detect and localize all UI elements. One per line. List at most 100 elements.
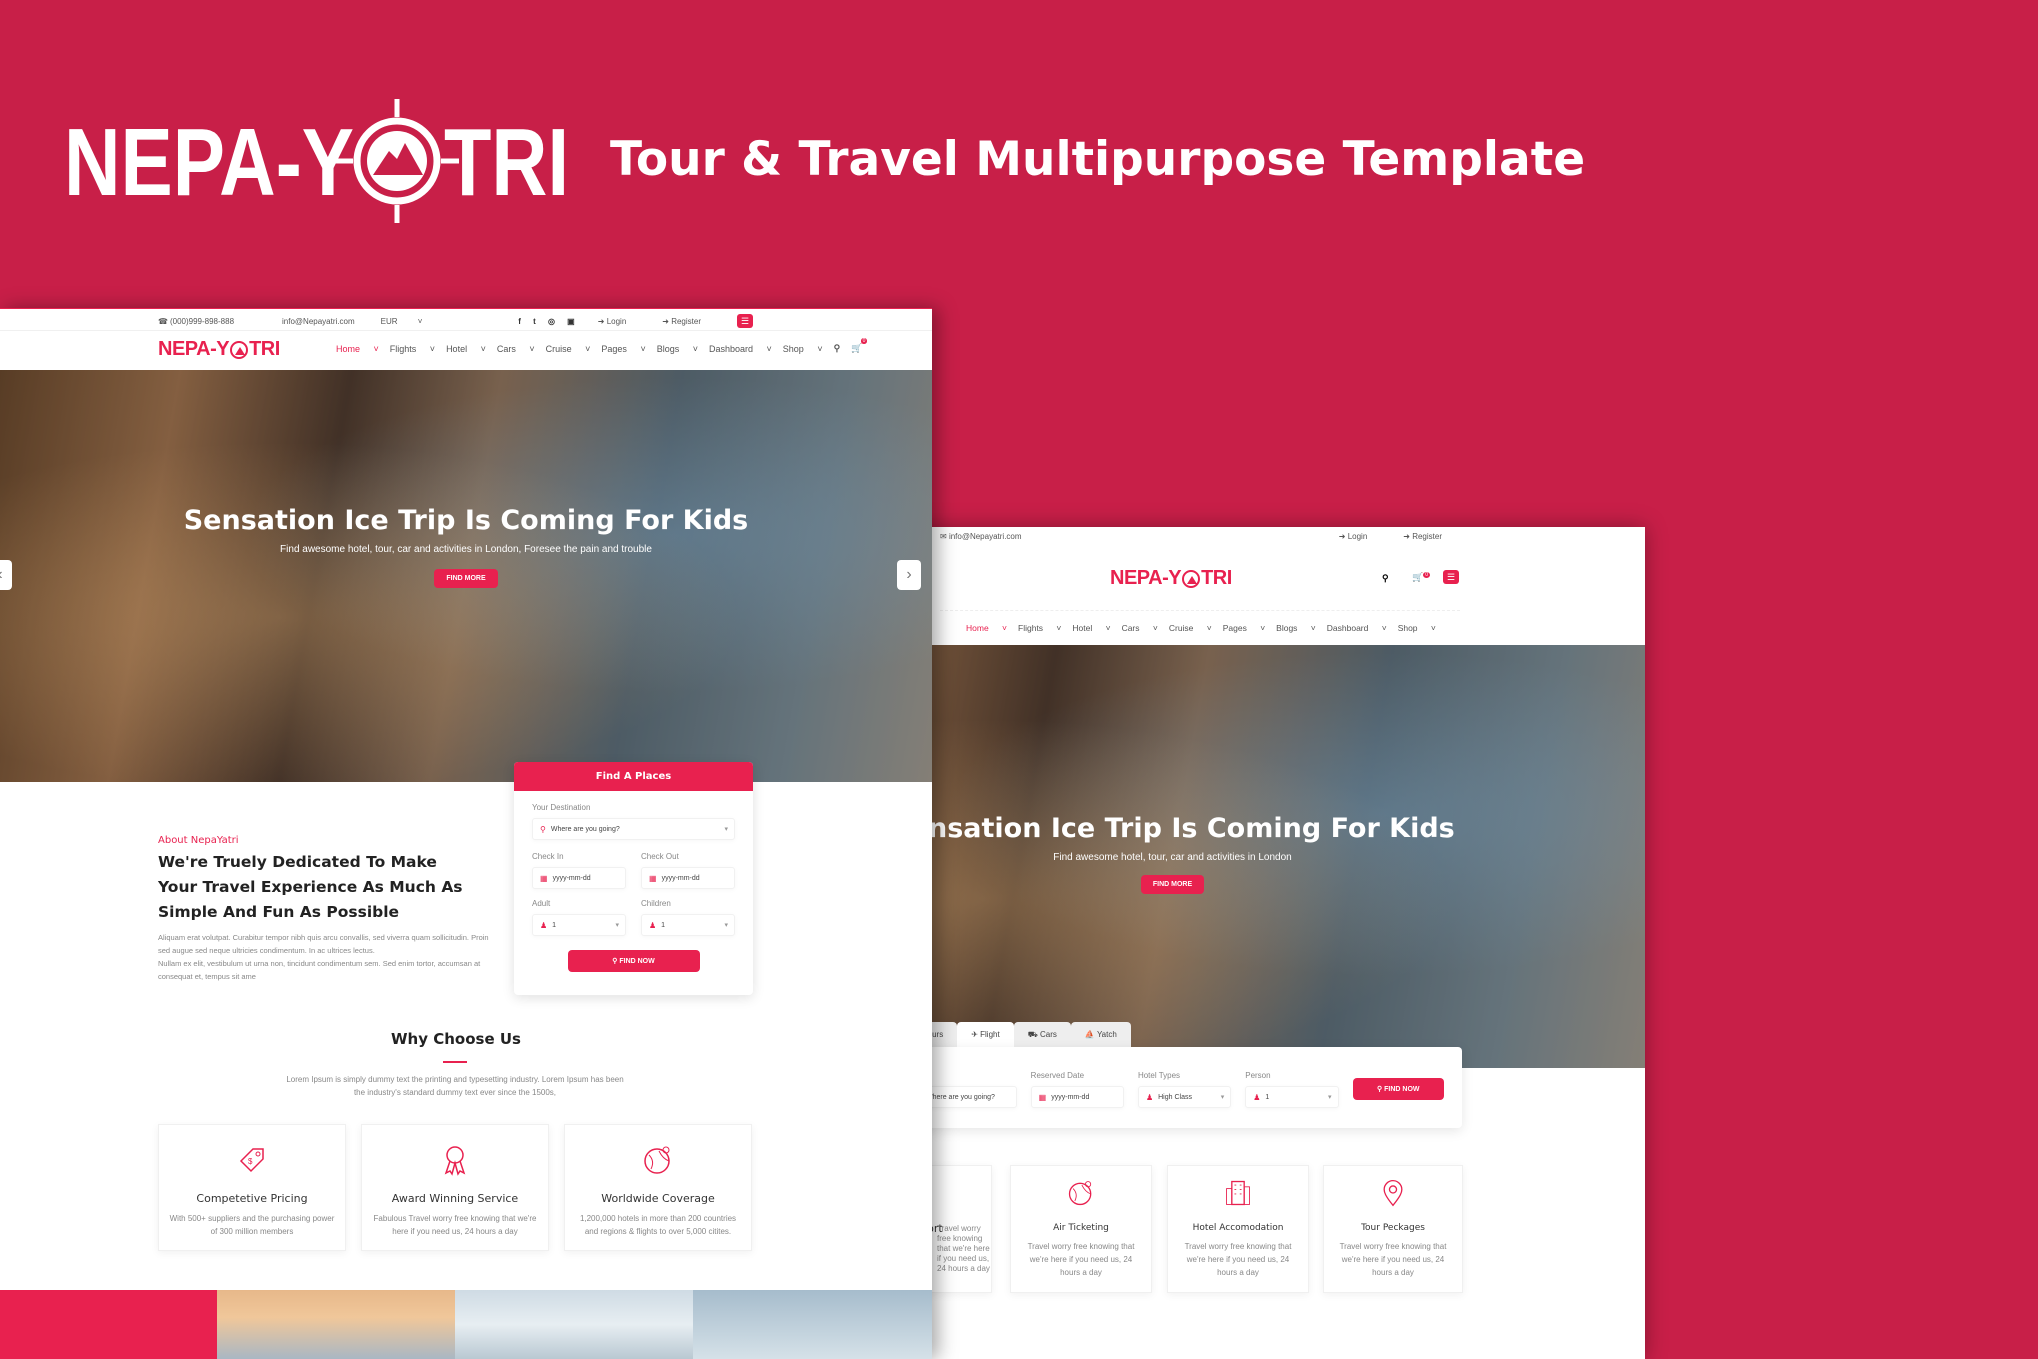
card-title: Worldwide Coverage xyxy=(601,1192,715,1205)
card-title: Air Ticketing xyxy=(1053,1223,1109,1233)
hero-title: Sensation Ice Trip Is Coming For Kids xyxy=(183,505,749,536)
search-panel: Where are you going? Reserved Date ▦ yyyy-… xyxy=(900,1047,1462,1128)
nav-shop[interactable]: Shop ˅ xyxy=(1398,623,1436,633)
feature-card: Worldwide Coverage 1,200,000 hotels in m… xyxy=(564,1124,752,1251)
find-more-button[interactable]: FIND MORE xyxy=(434,569,498,588)
register-link[interactable]: ➜ Register xyxy=(662,317,719,326)
reserved-date-input[interactable]: ▦ yyyy-mm-dd xyxy=(1030,1086,1124,1108)
children-select[interactable]: ♟ 1 ▾ xyxy=(641,914,735,936)
user-icon: ♟ xyxy=(540,920,548,930)
find-now-button[interactable]: ⚲ FIND NOW xyxy=(1352,1078,1444,1100)
destination-image xyxy=(455,1290,693,1359)
homepage-preview-1: ☎ (000)999-898-888 info@Nepayatri.com EUR… xyxy=(0,308,932,1359)
register-link[interactable]: ➜ Register xyxy=(1403,532,1460,541)
email-text[interactable]: info@Nepayatri.com xyxy=(282,317,355,326)
find-more-button[interactable]: FIND MORE xyxy=(1140,875,1205,894)
card-text: With 500+ suppliers and the purchasing p… xyxy=(169,1214,335,1236)
user-icon: ♟ xyxy=(1145,1092,1154,1102)
search-icon: ⚲ xyxy=(1377,1086,1383,1093)
main-nav: Home ˅ Flights ˅ Hotel ˅ Cars ˅ Cruise ˅… xyxy=(336,338,873,354)
nav-cars[interactable]: Cars ˅ xyxy=(1122,623,1158,633)
form-title: Find A Places xyxy=(514,762,753,791)
top-bar: ☎ (000)999-898-888 info@Nepayatri.com EUR… xyxy=(158,312,753,330)
nav-flights[interactable]: Flights ˅ xyxy=(1018,623,1061,633)
card-title: Competetive Pricing xyxy=(196,1192,308,1205)
cart-count: 0 xyxy=(860,338,868,344)
compass-logo-icon xyxy=(1182,569,1201,588)
children-label: Children xyxy=(641,899,671,908)
menu-icon[interactable]: ☰ xyxy=(1443,570,1459,584)
find-places-form: Find A Places Your Destination ⚲ Where ar… xyxy=(514,762,753,995)
user-icon: ♟ xyxy=(1253,1092,1261,1102)
chevron-down-icon: ▾ xyxy=(1328,1094,1332,1101)
site-logo[interactable]: NEPA-Y TRI xyxy=(1110,567,1232,590)
social-icons[interactable]: f t ◎ ▣ xyxy=(518,317,580,326)
person-select[interactable]: ♟ 1 ▾ xyxy=(1245,1086,1339,1108)
service-card: Tour Peckages Travel worry free knowing t… xyxy=(1323,1165,1463,1293)
location-pin-icon: ⚲ xyxy=(540,824,546,834)
chevron-down-icon: ▾ xyxy=(615,922,619,929)
nav-cars[interactable]: Cars ˅ xyxy=(497,344,535,354)
nav-cruise[interactable]: Cruise ˅ xyxy=(546,344,591,354)
nav-blogs[interactable]: Blogs ˅ xyxy=(657,344,698,354)
checkin-input[interactable]: ▦ yyyy-mm-dd xyxy=(532,867,626,889)
tab-flight[interactable]: ✈ Flight xyxy=(957,1022,1014,1048)
nav-pages[interactable]: Pages ˅ xyxy=(1223,623,1265,633)
currency-select[interactable]: EUR ˅ xyxy=(381,317,423,326)
nav-shop[interactable]: Shop ˅ xyxy=(783,344,823,354)
nav-hotel[interactable]: Hotel ˅ xyxy=(446,344,486,354)
search-tabs: ▤ Tours ✈ Flight ⛟ Cars ⛵ Yatch xyxy=(900,1022,1131,1048)
hero-slider: Sensation Ice Trip Is Coming For Kids Fi… xyxy=(0,370,932,782)
nav-home[interactable]: Home ˅ xyxy=(966,623,1007,633)
nav-pages[interactable]: Pages ˅ xyxy=(601,344,645,354)
person-label: Person xyxy=(1245,1071,1271,1080)
destination-label: Your Destination xyxy=(532,803,591,812)
tab-yatch[interactable]: ⛵ Yatch xyxy=(1070,1022,1131,1048)
slider-next-arrow[interactable]: › xyxy=(897,560,921,590)
calendar-icon: ▦ xyxy=(1038,1092,1047,1102)
main-nav: Home ˅ Flights ˅ Hotel ˅ Cars ˅ Cruise ˅… xyxy=(966,623,1447,633)
hotel-building-icon xyxy=(1226,1180,1250,1206)
nav-cruise[interactable]: Cruise ˅ xyxy=(1169,623,1212,633)
destination-select[interactable]: ⚲ Where are you going? ▾ xyxy=(532,818,735,840)
menu-icon[interactable]: ☰ xyxy=(737,314,753,328)
nav-dashboard[interactable]: Dashboard ˅ xyxy=(1327,623,1387,633)
card-text: Travel worry free knowing that we're her… xyxy=(1339,1242,1447,1277)
slider-prev-arrow[interactable]: ‹ xyxy=(0,560,12,590)
svg-text:NEPA-Y: NEPA-Y xyxy=(64,109,354,216)
feature-card: Award Winning Service Fabulous Travel wo… xyxy=(361,1124,549,1251)
nav-home[interactable]: Home ˅ xyxy=(336,344,379,354)
award-ribbon-icon xyxy=(444,1146,466,1176)
reserved-date-label: Reserved Date xyxy=(1030,1071,1085,1080)
svg-text:TRI: TRI xyxy=(444,109,569,216)
chevron-down-icon: ▾ xyxy=(724,826,728,833)
login-link[interactable]: ➜ Login xyxy=(598,317,645,326)
checkout-input[interactable]: ▦ yyyy-mm-dd xyxy=(641,867,735,889)
service-card: Hotel Accomodation Travel worry free know… xyxy=(1167,1165,1309,1293)
cart-icon[interactable]: 🛒 0 xyxy=(1412,572,1430,583)
email-text[interactable]: ✉ info@Nepayatri.com xyxy=(940,532,1040,541)
site-logo[interactable]: NEPA-Y TRI xyxy=(158,338,280,361)
title-divider xyxy=(443,1061,467,1063)
about-kicker: About NepaYatri xyxy=(158,835,239,846)
cart-icon[interactable]: 🛒 0 xyxy=(851,338,868,354)
tab-cars[interactable]: ⛟ Cars xyxy=(1013,1022,1071,1048)
adult-select[interactable]: ♟ 1 ▾ xyxy=(532,914,626,936)
nepa-yatri-logo: NEPA-Y TRI xyxy=(64,99,569,223)
search-icon: ⚲ xyxy=(612,958,618,965)
destination-select[interactable]: Where are you going? xyxy=(918,1086,1017,1108)
find-now-button[interactable]: ⚲ FIND NOW xyxy=(567,950,700,972)
card-title: Award Winning Service xyxy=(391,1192,519,1205)
nav-flights[interactable]: Flights ˅ xyxy=(390,344,435,354)
login-link[interactable]: ➜ Login xyxy=(1339,532,1386,541)
hotel-type-select[interactable]: ♟ High Class ▾ xyxy=(1137,1086,1232,1108)
nav-hotel[interactable]: Hotel ˅ xyxy=(1072,623,1110,633)
nav-dashboard[interactable]: Dashboard ˅ xyxy=(709,344,772,354)
nav-blogs[interactable]: Blogs ˅ xyxy=(1276,623,1316,633)
phone-text: (000)999-898-888 xyxy=(169,316,235,326)
map-pin-icon xyxy=(1383,1179,1403,1207)
search-icon[interactable]: ⚲ xyxy=(834,343,841,354)
destination-image xyxy=(693,1290,932,1359)
about-title: We're Truely Dedicated To Make Your Trav… xyxy=(158,853,463,921)
search-icon[interactable]: ⚲ xyxy=(1382,573,1389,584)
